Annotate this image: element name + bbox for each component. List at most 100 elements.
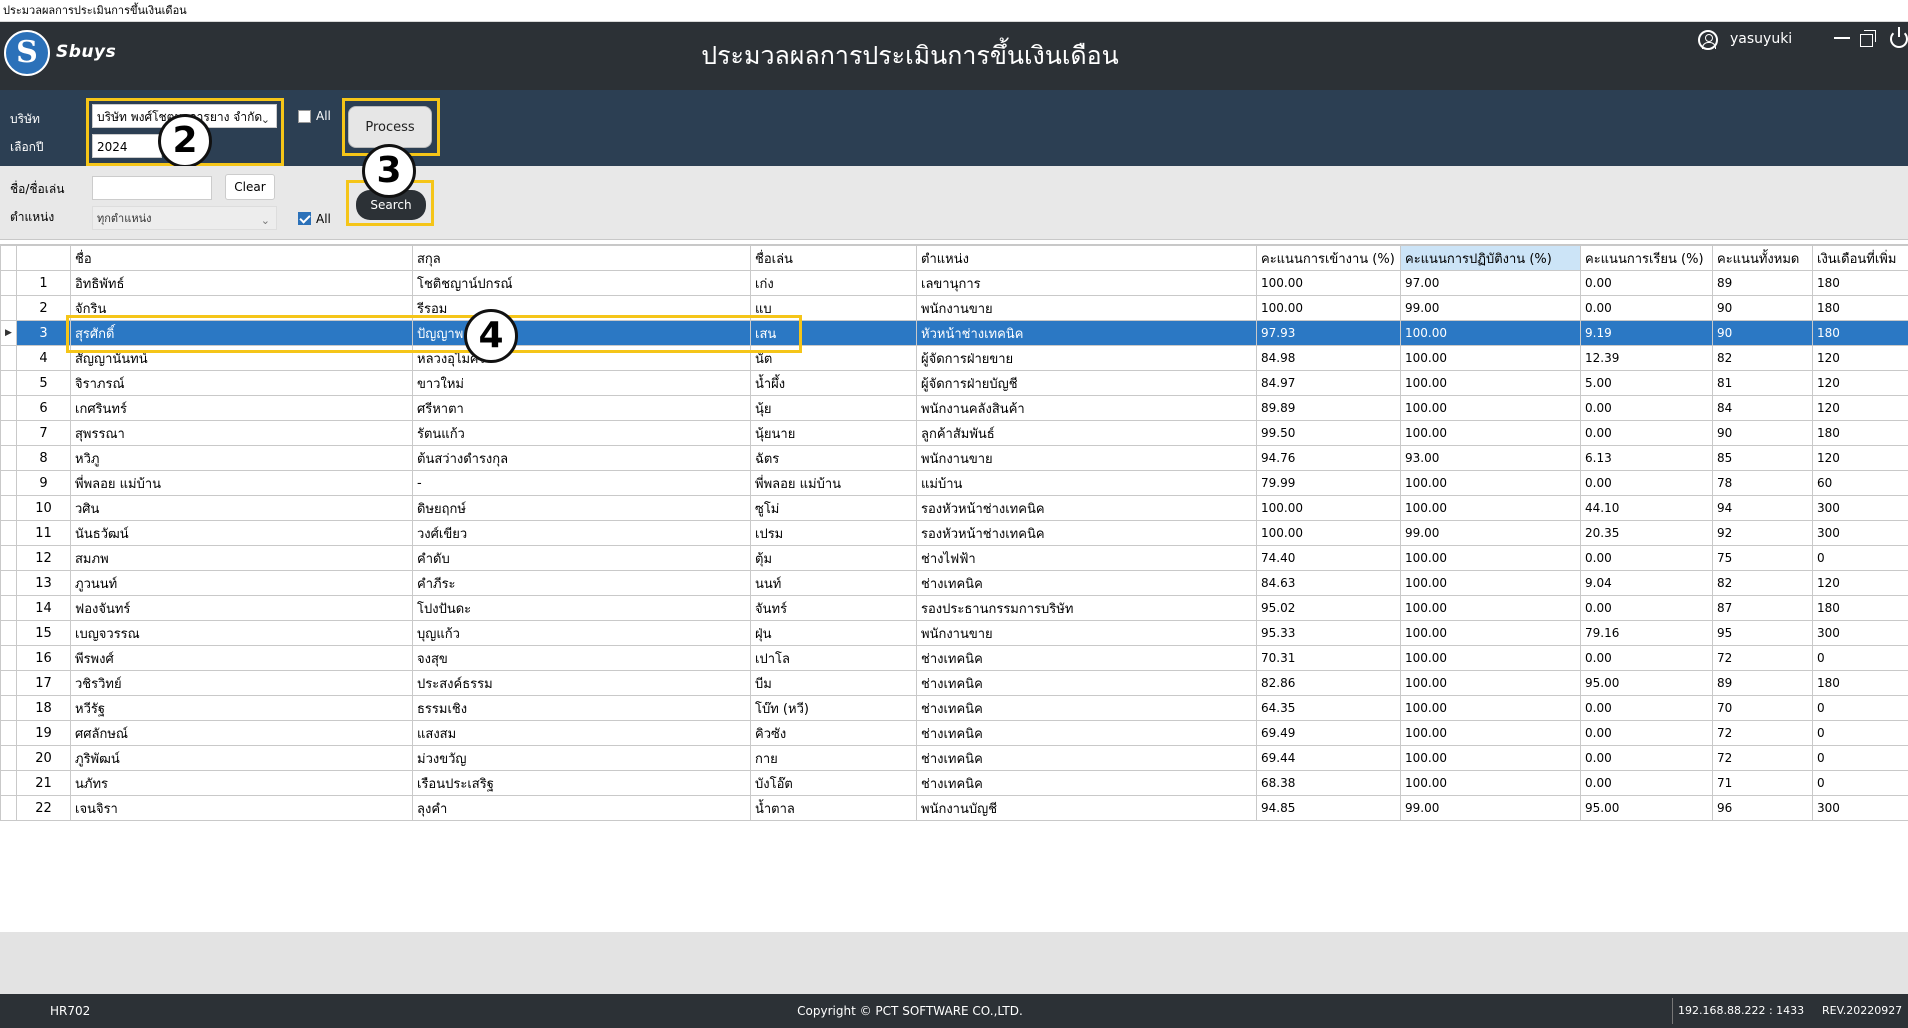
- table-cell: 99.00: [1400, 295, 1581, 321]
- column-header[interactable]: คะแนนการเรียน (%): [1580, 245, 1713, 271]
- row-marker[interactable]: [0, 770, 17, 796]
- column-header[interactable]: เงินเดือนที่เพิ่ม: [1812, 245, 1908, 271]
- position-all-checkbox[interactable]: [298, 212, 311, 225]
- row-marker[interactable]: [0, 395, 17, 421]
- table-cell: พนักงานขาย: [916, 295, 1257, 321]
- table-cell: จงสุข: [412, 645, 751, 671]
- table-row[interactable]: 20 ภูริพัฒน์ ม่วงขวัญ กาย ช่างเทคนิค 69.44 100…: [0, 745, 1908, 771]
- table-cell: นุ้ย: [750, 395, 917, 421]
- table-row[interactable]: 5 จิราภรณ์ ขาวใหม่ น้ำผึ้ง ผู้จัดการฝ่ายบัญช…: [0, 370, 1908, 396]
- restore-icon[interactable]: [1860, 30, 1876, 47]
- table-cell: ภูริพัฒน์: [70, 745, 413, 771]
- table-cell: 82: [1712, 570, 1813, 596]
- table-row[interactable]: 6 เกศรินทร์ ศรีหาตา นุ้ย พนักงานคลังสินค้า 89…: [0, 395, 1908, 421]
- row-marker[interactable]: [0, 620, 17, 646]
- row-marker[interactable]: [0, 595, 17, 621]
- table-cell: 9.04: [1580, 570, 1713, 596]
- table-row[interactable]: 18 หวีรัฐ ธรรมเชิง โบ๊ท (หวี) ช่างเทคนิค 64.3…: [0, 695, 1908, 721]
- table-cell: คำดับ: [412, 545, 751, 571]
- table-row[interactable]: 14 ฟองจันทร์ โปงปันดะ จันทร์ รองประธานกรรมกา…: [0, 595, 1908, 621]
- table-row[interactable]: 12 สมภพ คำดับ ตุ้ม ช่างไฟฟ้า 74.40 100.00 0.00 7…: [0, 545, 1908, 571]
- column-header[interactable]: [16, 245, 71, 271]
- page-title: ประมวลผลการประเมินการขึ้นเงินเดือน: [701, 41, 1119, 70]
- process-button[interactable]: Process: [348, 106, 432, 148]
- table-cell: บีม: [750, 670, 917, 696]
- row-marker[interactable]: [0, 745, 17, 771]
- table-row[interactable]: 17 วชิรวิทย์ ประสงค์ธรรม บีม ช่างเทคนิค 82.86…: [0, 670, 1908, 696]
- company-label: บริษัท: [10, 112, 40, 126]
- table-row[interactable]: 15 เบญจวรรณ บุญแก้ว ฝุ่น พนักงานขาย 95.33 100.…: [0, 620, 1908, 646]
- table-row[interactable]: 10 วศิน ดิษยฤกษ์ ซูโม่ รองหัวหน้าช่างเทคนิค 1…: [0, 495, 1908, 521]
- row-marker[interactable]: [0, 645, 17, 671]
- table-cell: 180: [1812, 295, 1908, 321]
- table-cell: 180: [1812, 270, 1908, 296]
- company-all-checkbox[interactable]: [298, 110, 311, 123]
- table-cell: นภัทร: [70, 770, 413, 796]
- table-cell: ต้นสว่างดำรงกุล: [412, 445, 751, 471]
- table-cell: บังโอ๊ต: [750, 770, 917, 796]
- table-row[interactable]: 19 ศศลักษณ์ แสงสม คิวซัง ช่างเทคนิค 69.49 100.…: [0, 720, 1908, 746]
- row-marker[interactable]: [0, 295, 17, 321]
- position-value: ทุกตำแหน่ง: [97, 212, 152, 225]
- row-marker[interactable]: [0, 445, 17, 471]
- table-cell: 180: [1812, 595, 1908, 621]
- table-cell: 0.00: [1580, 270, 1713, 296]
- table-cell: 93.00: [1400, 445, 1581, 471]
- row-marker[interactable]: [0, 420, 17, 446]
- user-icon[interactable]: [1698, 30, 1718, 50]
- table-row[interactable]: 16 พีรพงศ์ จงสุข เปาโล ช่างเทคนิค 70.31 100.00…: [0, 645, 1908, 671]
- row-marker[interactable]: ▶: [0, 320, 17, 346]
- table-row[interactable]: 9 พี่พลอย แม่บ้าน - พี่พลอย แม่บ้าน แม่บ้าน 7…: [0, 470, 1908, 496]
- username: yasuyuki: [1730, 31, 1793, 47]
- table-cell: อิทธิพัทธ์: [70, 270, 413, 296]
- position-select[interactable]: ทุกตำแหน่ง ⌄: [92, 206, 277, 230]
- row-marker[interactable]: [0, 795, 17, 821]
- table-cell: 82.86: [1256, 670, 1401, 696]
- table-cell: แสงสม: [412, 720, 751, 746]
- column-header[interactable]: ชื่อเล่น: [750, 245, 917, 271]
- table-row[interactable]: 7 สุพรรณา รัตนแก้ว นุ้ยนาย ลูกค้าสัมพันธ์ 99.…: [0, 420, 1908, 446]
- table-cell: 94: [1712, 495, 1813, 521]
- column-header[interactable]: ชื่อ: [70, 245, 413, 271]
- table-cell: 0.00: [1580, 395, 1713, 421]
- column-header[interactable]: คะแนนการเข้างาน (%): [1256, 245, 1401, 271]
- row-marker[interactable]: [0, 545, 17, 571]
- row-marker[interactable]: [0, 370, 17, 396]
- table-cell: 180: [1812, 320, 1908, 346]
- table-cell: 99.50: [1256, 420, 1401, 446]
- table-cell: 72: [1712, 745, 1813, 771]
- table-cell: เก่ง: [750, 270, 917, 296]
- table-row[interactable]: 1 อิทธิพัทธ์ โชติชญาน์ปกรณ์ เก่ง เลขานุการ 10…: [0, 270, 1908, 296]
- name-input[interactable]: [92, 176, 212, 200]
- table-cell: -: [412, 470, 751, 496]
- callout-4: 4: [464, 309, 518, 363]
- row-marker[interactable]: [0, 345, 17, 371]
- table-cell: กาย: [750, 745, 917, 771]
- table-cell: 95: [1712, 620, 1813, 646]
- row-marker[interactable]: [0, 470, 17, 496]
- table-cell: รัตนแก้ว: [412, 420, 751, 446]
- row-marker[interactable]: [0, 520, 17, 546]
- clear-button[interactable]: Clear: [225, 174, 275, 200]
- table-cell: ฉัตร: [750, 445, 917, 471]
- table-row[interactable]: 22 เจนจิรา ลุงคำ น้ำตาล พนักงานบัญชี 94.85 99.…: [0, 795, 1908, 821]
- column-header[interactable]: [0, 245, 17, 271]
- row-marker[interactable]: [0, 495, 17, 521]
- table-cell: ช่างไฟฟ้า: [916, 545, 1257, 571]
- column-header[interactable]: ตำแหน่ง: [916, 245, 1257, 271]
- row-marker[interactable]: [0, 670, 17, 696]
- table-row[interactable]: 21 นภัทร เรือนประเสริฐ บังโอ๊ต ช่างเทคนิค 68.…: [0, 770, 1908, 796]
- column-header[interactable]: คะแนนทั้งหมด: [1712, 245, 1813, 271]
- table-cell: 72: [1712, 720, 1813, 746]
- column-header[interactable]: คะแนนการปฏิบัติงาน (%): [1400, 245, 1581, 271]
- table-row[interactable]: 11 นันธวัฒน์ วงศ์เขียว เปรม รองหัวหน้าช่างเท…: [0, 520, 1908, 546]
- row-marker[interactable]: [0, 720, 17, 746]
- row-marker[interactable]: [0, 695, 17, 721]
- column-header[interactable]: สกุล: [412, 245, 751, 271]
- row-marker[interactable]: [0, 570, 17, 596]
- power-icon[interactable]: [1890, 27, 1908, 48]
- table-row[interactable]: 13 ภูวนนท์ คำภีระ นนท์ ช่างเทคนิค 84.63 100.00…: [0, 570, 1908, 596]
- row-marker[interactable]: [0, 270, 17, 296]
- minimize-icon[interactable]: [1834, 37, 1850, 39]
- table-row[interactable]: 8 หวิภู ต้นสว่างดำรงกุล ฉัตร พนักงานขาย 94.76…: [0, 445, 1908, 471]
